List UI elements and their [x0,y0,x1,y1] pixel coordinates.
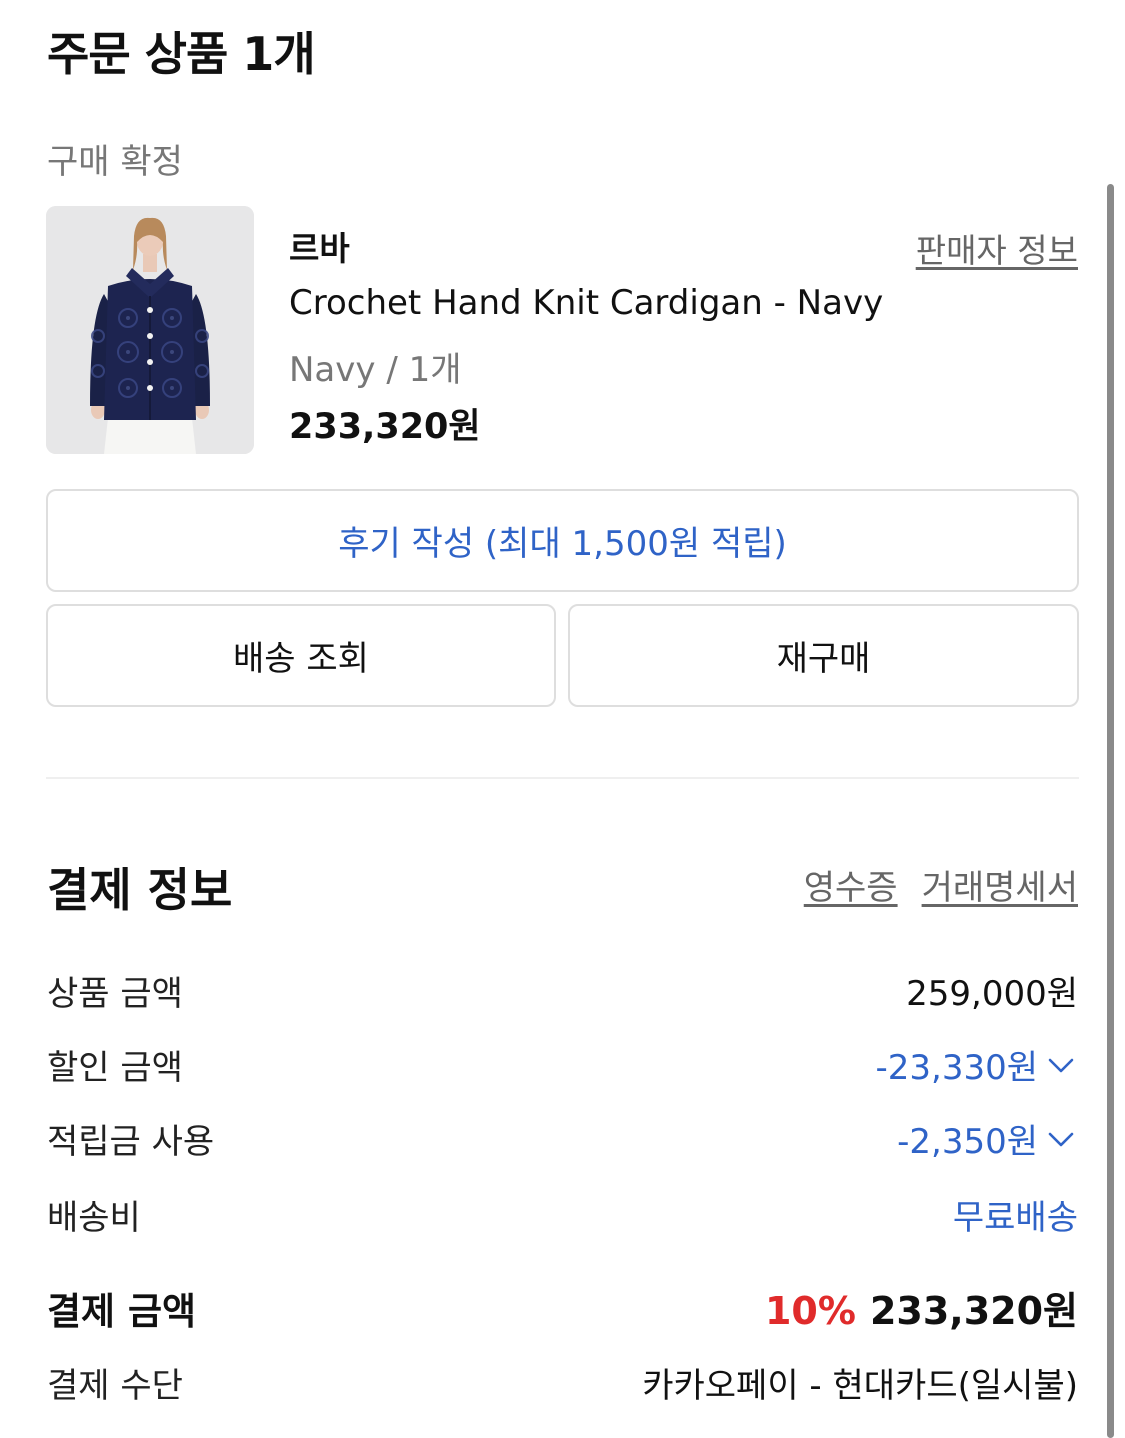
cardigan-model-image [46,206,254,454]
section-divider [46,777,1079,779]
payment-method-row: 결제 수단 카카오페이 - 현대카드(일시불) [47,1358,1078,1407]
points-used-toggle[interactable]: -2,350원 [897,1114,1078,1163]
product-amount-value: 259,000원 [906,974,1078,1014]
points-used-row[interactable]: 적립금 사용 -2,350원 [47,1114,1078,1163]
chevron-down-icon [1048,1132,1074,1146]
product-price: 233,320원 [289,407,481,447]
payment-method-label: 결제 수단 [47,1366,183,1406]
shipping-fee-row: 배송비 무료배송 [47,1190,1078,1239]
receipt-link[interactable]: 영수증 [804,860,898,909]
discount-rate: 10% [764,1289,856,1333]
points-used-value: -2,350원 [897,1122,1038,1162]
payment-info-title: 결제 정보 [47,863,233,917]
product-amount-label: 상품 금액 [47,974,183,1014]
product-name[interactable]: Crochet Hand Knit Cardigan - Navy [289,283,883,323]
vertical-scrollbar[interactable] [1107,184,1114,1438]
order-items-title: 주문 상품 1개 [47,27,316,81]
write-review-button[interactable]: 후기 작성 (최대 1,500원 적립) [46,489,1079,592]
shipping-fee-value: 무료배송 [952,1198,1078,1238]
reorder-button[interactable]: 재구매 [568,604,1079,707]
total-payment-label: 결제 금액 [47,1289,197,1333]
order-detail-page: 주문 상품 1개 구매 확정 르바 판매자 정보 Crochet Hand Kn… [0,0,1125,1438]
product-option: Navy / 1개 [289,350,462,390]
product-amount-row: 상품 금액 259,000원 [47,966,1078,1015]
payment-method-value: 카카오페이 - 현대카드(일시불) [642,1366,1078,1406]
total-payment-amount: 10% 233,320원 [765,1280,1078,1335]
total-payment-row: 결제 금액 10% 233,320원 [47,1280,1078,1335]
seller-info-link[interactable]: 판매자 정보 [916,224,1078,272]
discount-amount-row[interactable]: 할인 금액 -23,330원 [47,1040,1078,1089]
product-thumbnail[interactable] [46,206,254,454]
chevron-down-icon [1048,1058,1074,1072]
shipping-fee-label: 배송비 [47,1198,141,1238]
brand-name: 르바 [289,229,350,268]
transaction-statement-link[interactable]: 거래명세서 [922,860,1078,909]
discount-amount-label: 할인 금액 [47,1048,183,1088]
points-used-label: 적립금 사용 [47,1122,215,1162]
discount-amount-toggle[interactable]: -23,330원 [875,1040,1078,1089]
discount-amount-value: -23,330원 [875,1048,1038,1088]
payment-document-links: 영수증 거래명세서 [804,860,1078,909]
order-status: 구매 확정 [47,142,183,182]
track-delivery-button[interactable]: 배송 조회 [46,604,556,707]
total-payment-value: 233,320원 [869,1289,1078,1333]
